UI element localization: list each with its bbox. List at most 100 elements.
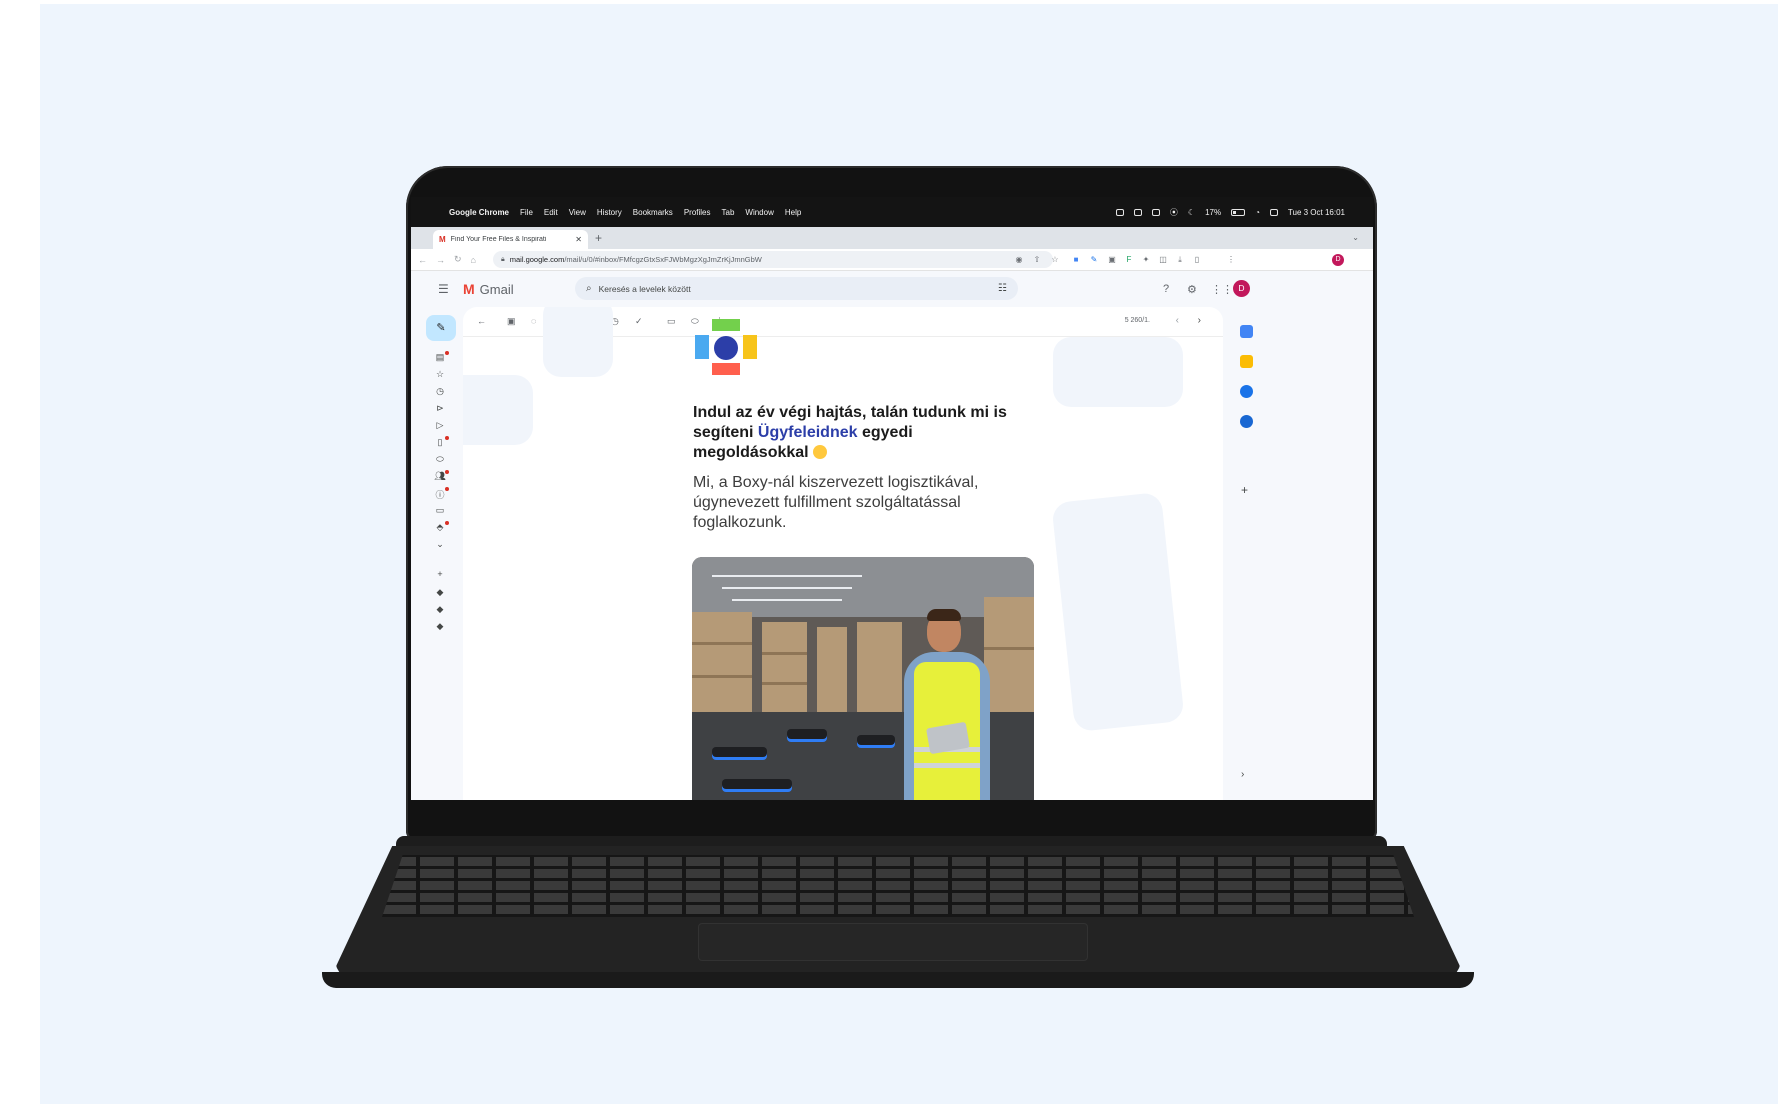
email-intro: Mi, a Boxy-nál kiszervezett logisztikáva… [693, 474, 979, 531]
tasks-icon[interactable] [1240, 385, 1253, 398]
background-shape [1051, 491, 1185, 733]
important-icon[interactable]: ⊳ [434, 403, 446, 414]
camera-extension-icon[interactable]: ▣ [1107, 255, 1117, 265]
unread-dot [445, 521, 449, 525]
back-icon[interactable]: ← [418, 255, 427, 265]
updates-icon[interactable]: ⓘ [434, 488, 446, 501]
compose-button[interactable]: ✎ [426, 315, 456, 341]
translate-extension-icon[interactable]: ■ [1071, 255, 1081, 265]
green-extension-icon[interactable]: F [1124, 255, 1134, 265]
keyboard-keys [382, 855, 1414, 917]
label-tag-icon[interactable]: ◆ [434, 621, 446, 632]
puzzle-icon[interactable]: ✦ [1141, 255, 1151, 265]
back-arrow-icon[interactable]: ← [477, 316, 486, 326]
snoozed-icon[interactable]: ◷ [434, 386, 446, 397]
label-icon[interactable]: ⬭ [434, 454, 446, 465]
media-icon[interactable]: ◫ [1158, 255, 1168, 265]
label-tag-icon[interactable]: ◆ [434, 604, 446, 615]
gmail-nav-rail: ✎ ▤ ☆ ◷ ⊳ ▷ ▯ ⬭ 👥︎ ⓘ ▭ ⬘ ⌄ + ◆ ◆ ◆ [411, 307, 461, 800]
report-icon[interactable]: ◌ [531, 316, 536, 326]
bookmark-star-icon[interactable]: ☆ [1050, 255, 1060, 265]
unread-dot [445, 436, 449, 440]
account-avatar[interactable]: D [1233, 280, 1250, 297]
hugging-face-emoji-icon [813, 445, 828, 459]
share-icon[interactable]: ⇧ [1032, 255, 1042, 265]
chrome-profile-avatar[interactable]: D [1332, 254, 1344, 266]
side-panel-icon[interactable]: ▯ [1192, 255, 1202, 265]
address-bar[interactable]: 🔒︎ mail.google.com/mail/u/0/#inbox/FMfcg… [493, 251, 1053, 268]
menu-tab[interactable]: Tab [722, 208, 735, 217]
tab-search-chevron-icon[interactable]: ⌄ [1352, 233, 1359, 242]
older-chevron-icon[interactable]: › [1198, 315, 1201, 326]
battery-icon[interactable] [1231, 208, 1246, 216]
menubar-app-name[interactable]: Google Chrome [449, 208, 509, 217]
contacts-icon[interactable] [1240, 415, 1253, 428]
message-view: ← ▣ ◌ 🗑︎ ✉︎ ◷ ✓ ▭ ⬭ ⋮ 5 260/1. ‹ › [463, 307, 1223, 800]
menu-window[interactable]: Window [745, 208, 773, 217]
email-content: Indul az év végi hajtás, talán tudunk mi… [693, 319, 1023, 533]
gmail-logo[interactable]: M Gmail [463, 281, 514, 297]
lock-icon[interactable]: 🔒︎ [501, 256, 505, 264]
menu-bookmarks[interactable]: Bookmarks [633, 208, 673, 217]
cloud-icon[interactable] [1133, 208, 1142, 216]
gmail-favicon-icon: M [439, 235, 446, 244]
status-icon[interactable] [1115, 208, 1124, 216]
close-tab-icon[interactable]: ✕ [575, 235, 582, 244]
gmail-body: ✎ ▤ ☆ ◷ ⊳ ▷ ▯ ⬭ 👥︎ ⓘ ▭ ⬘ ⌄ + ◆ ◆ ◆ ← ▣ ◌… [411, 307, 1373, 800]
control-center-icon[interactable] [1269, 208, 1278, 216]
menu-view[interactable]: View [569, 208, 586, 217]
show-side-panel-chevron-icon[interactable]: › [1241, 769, 1244, 780]
eye-icon[interactable]: ◉ [1014, 255, 1024, 265]
menubar-clock[interactable]: Tue 3 Oct 16:01 [1288, 208, 1345, 217]
add-label-icon[interactable]: + [434, 569, 446, 579]
headline-accent: Ügyfeleidnek [757, 424, 858, 441]
move-icon[interactable]: ▭ [667, 316, 676, 327]
new-tab-icon[interactable]: + [595, 231, 602, 245]
hamburger-icon[interactable]: ☰ [438, 282, 449, 296]
menu-edit[interactable]: Edit [544, 208, 558, 217]
chrome-menu-icon[interactable]: ⋮ [1226, 255, 1236, 265]
keep-icon[interactable] [1240, 355, 1253, 368]
side-panel-rail: + [1229, 307, 1269, 800]
forward-icon[interactable]: → [436, 255, 445, 265]
record-icon[interactable]: ⦿ [1170, 207, 1178, 218]
message-pager: 5 260/1. [1124, 317, 1150, 324]
menu-history[interactable]: History [597, 208, 622, 217]
starred-icon[interactable]: ☆ [434, 369, 446, 380]
reload-icon[interactable]: ↻ [454, 254, 462, 265]
unread-dot [445, 487, 449, 491]
wifi-icon[interactable]: ◔ [1255, 208, 1260, 217]
tablet-screen: Google Chrome File Edit View History Boo… [411, 197, 1373, 800]
macos-menubar: Google Chrome File Edit View History Boo… [411, 197, 1373, 227]
get-addons-icon[interactable]: + [1241, 483, 1248, 497]
mail-search-input[interactable]: ⌕ Keresés a levelek között ☷ [575, 277, 1018, 300]
newer-chevron-icon[interactable]: ‹ [1176, 315, 1179, 326]
extension-icon[interactable]: ✎ [1089, 255, 1099, 265]
gmail-m-icon: M [463, 281, 475, 297]
add-task-icon[interactable]: ✓ [635, 316, 643, 327]
sent-icon[interactable]: ▷ [434, 420, 446, 431]
background-shape [543, 307, 613, 377]
label-tag-icon[interactable]: ◆ [434, 587, 446, 598]
background-shape [463, 375, 533, 445]
more-chevron-icon[interactable]: ⌄ [434, 539, 446, 550]
home-icon[interactable]: ⌂ [471, 255, 476, 265]
menu-profiles[interactable]: Profiles [684, 208, 711, 217]
filter-icon[interactable]: ☷ [998, 283, 1007, 294]
menu-file[interactable]: File [520, 208, 533, 217]
moon-icon[interactable]: ☾ [1188, 208, 1195, 217]
chrome-tabstrip: M Find Your Free Files & Inspirati ✕ + ⌄ [411, 227, 1373, 249]
display-icon[interactable] [1151, 208, 1160, 216]
browser-tab[interactable]: M Find Your Free Files & Inspirati ✕ [433, 230, 588, 249]
forums-icon[interactable]: ▭ [434, 505, 446, 516]
background-shape [1053, 337, 1183, 407]
settings-icon[interactable]: ⚙ [1187, 283, 1197, 296]
archive-icon[interactable]: ▣ [507, 316, 516, 327]
apps-icon[interactable]: ⋮⋮ [1211, 283, 1233, 296]
download-icon[interactable]: ⤓ [1175, 255, 1185, 265]
help-icon[interactable]: ? [1163, 283, 1169, 295]
tab-title: Find Your Free Files & Inspirati [450, 236, 547, 243]
search-icon[interactable]: ⌕ [586, 283, 592, 294]
calendar-icon[interactable] [1240, 325, 1253, 338]
menu-help[interactable]: Help [785, 208, 801, 217]
